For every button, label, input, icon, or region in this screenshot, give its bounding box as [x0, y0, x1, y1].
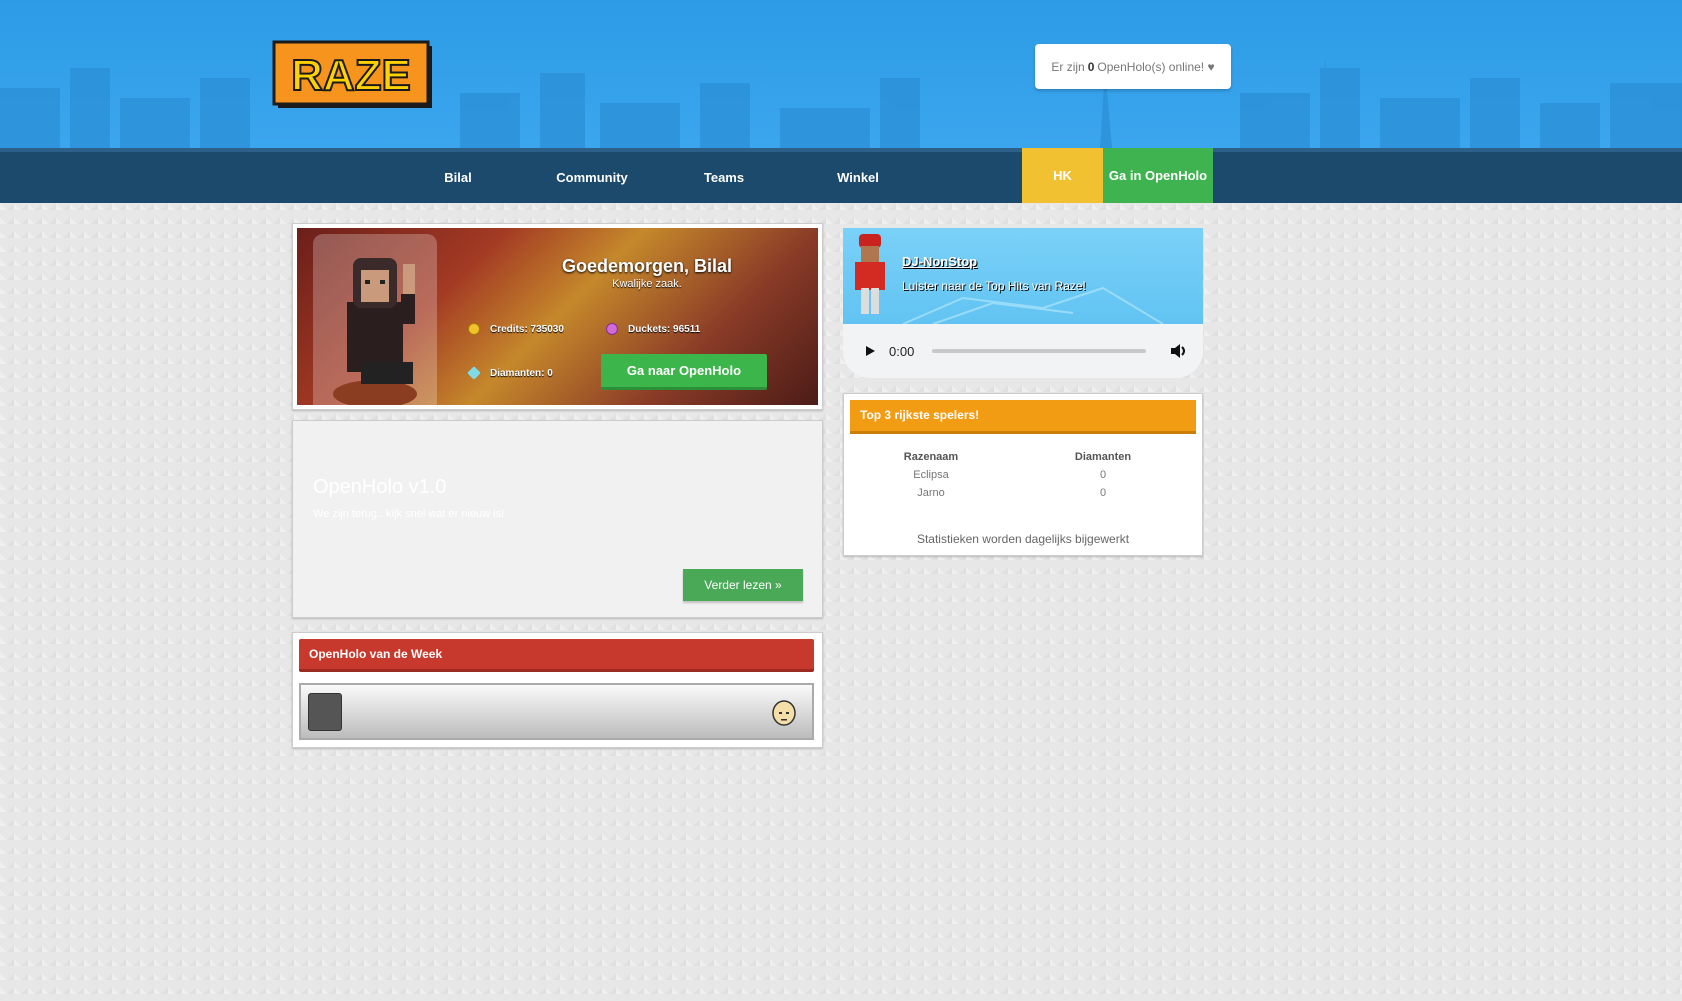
nav-item-bilal[interactable]: Bilal: [418, 152, 498, 203]
top3-title: Top 3 rijkste spelers!: [850, 400, 1196, 434]
radio-background: [902, 286, 1164, 324]
volume-icon[interactable]: [1170, 343, 1188, 359]
audio-progress-track[interactable]: [932, 349, 1147, 353]
credits-label: Credits: 735030: [490, 323, 564, 335]
radio-panel: DJ-NonStop Luister naar de Top Hits van …: [843, 228, 1203, 324]
credits-stat: Credits: 735030: [468, 323, 564, 335]
profile-motto: Kwalijke zaak.: [612, 278, 682, 290]
nav-item-teams[interactable]: Teams: [684, 152, 764, 203]
raze-logo[interactable]: RAZE: [272, 40, 434, 110]
table-row: Eclipsa 0: [844, 466, 1202, 484]
nav-item-community[interactable]: Community: [542, 152, 642, 203]
top3-panel: Top 3 rijkste spelers! Razenaam Diamante…: [843, 393, 1203, 556]
nav-go-openholo-button[interactable]: Ga in OpenHolo: [1103, 148, 1213, 203]
online-count: 0: [1087, 59, 1095, 74]
online-prefix: Er zijn: [1051, 59, 1085, 74]
week-avatar-slot: [308, 693, 342, 731]
week-banner: [299, 683, 814, 740]
play-icon[interactable]: [863, 344, 877, 358]
audio-time: 0:00: [889, 343, 915, 359]
table-header-row: Razenaam Diamanten: [844, 448, 1202, 466]
dj-avatar: [855, 234, 885, 314]
player-diamonds: 0: [1099, 487, 1107, 499]
player-name: Eclipsa: [913, 469, 949, 481]
diamonds-stat: Diamanten: 0: [467, 366, 553, 380]
main-nav: Bilal Community Teams Winkel HK Ga in Op…: [0, 148, 1682, 203]
holo-of-the-week-panel: OpenHolo van de Week: [292, 632, 823, 748]
news-subtitle: We zijn terug.. kijk snel wat er nieuw i…: [313, 508, 505, 520]
column-header-diamonds: Diamanten: [1074, 451, 1132, 463]
table-row: Jarno 0: [844, 484, 1202, 502]
dj-name[interactable]: DJ-NonStop: [902, 254, 977, 269]
profile-greeting: Goedemorgen, Bilal: [561, 256, 733, 276]
news-title[interactable]: OpenHolo v1.0: [313, 476, 446, 499]
dj-subtitle: Luister naar de Top Hits van Raze!: [902, 279, 1086, 293]
coin-icon: [468, 323, 480, 335]
online-suffix: OpenHolo(s) online! ♥: [1097, 59, 1215, 74]
diamonds-label: Diamanten: 0: [490, 367, 553, 379]
duckets-label: Duckets: 96511: [628, 323, 701, 335]
column-header-name: Razenaam: [903, 451, 959, 463]
news-panel: OpenHolo v1.0 We zijn terug.. kijk snel …: [292, 420, 823, 618]
diamond-icon: [467, 366, 481, 380]
site-header: RAZE Er zijn 0 OpenHolo(s) online! ♥: [0, 0, 1682, 148]
online-counter: Er zijn 0 OpenHolo(s) online! ♥: [1035, 44, 1231, 89]
profile-panel: Goedemorgen, Bilal Kwalijke zaak. Credit…: [292, 223, 823, 410]
read-more-button[interactable]: Verder lezen »: [683, 569, 803, 601]
logo-text: RAZE: [291, 51, 411, 100]
nav-item-winkel[interactable]: Winkel: [818, 152, 898, 203]
user-head-icon: [772, 700, 796, 726]
week-title: OpenHolo van de Week: [299, 639, 814, 672]
nav-hk-button[interactable]: HK: [1022, 148, 1103, 203]
audio-player: 0:00: [843, 324, 1203, 378]
top3-footer: Statistieken worden dagelijks bijgewerkt: [916, 532, 1130, 546]
duckets-stat: Duckets: 96511: [606, 323, 700, 335]
ducket-icon: [606, 323, 618, 335]
player-diamonds: 0: [1099, 469, 1107, 481]
go-to-openholo-button[interactable]: Ga naar OpenHolo: [601, 354, 767, 390]
top3-table: Razenaam Diamanten Eclipsa 0 Jarno 0: [844, 448, 1202, 502]
player-name: Jarno: [917, 487, 945, 499]
avatar: [333, 258, 417, 405]
city-skyline: [0, 58, 1682, 148]
avatar-frame: [313, 234, 437, 405]
